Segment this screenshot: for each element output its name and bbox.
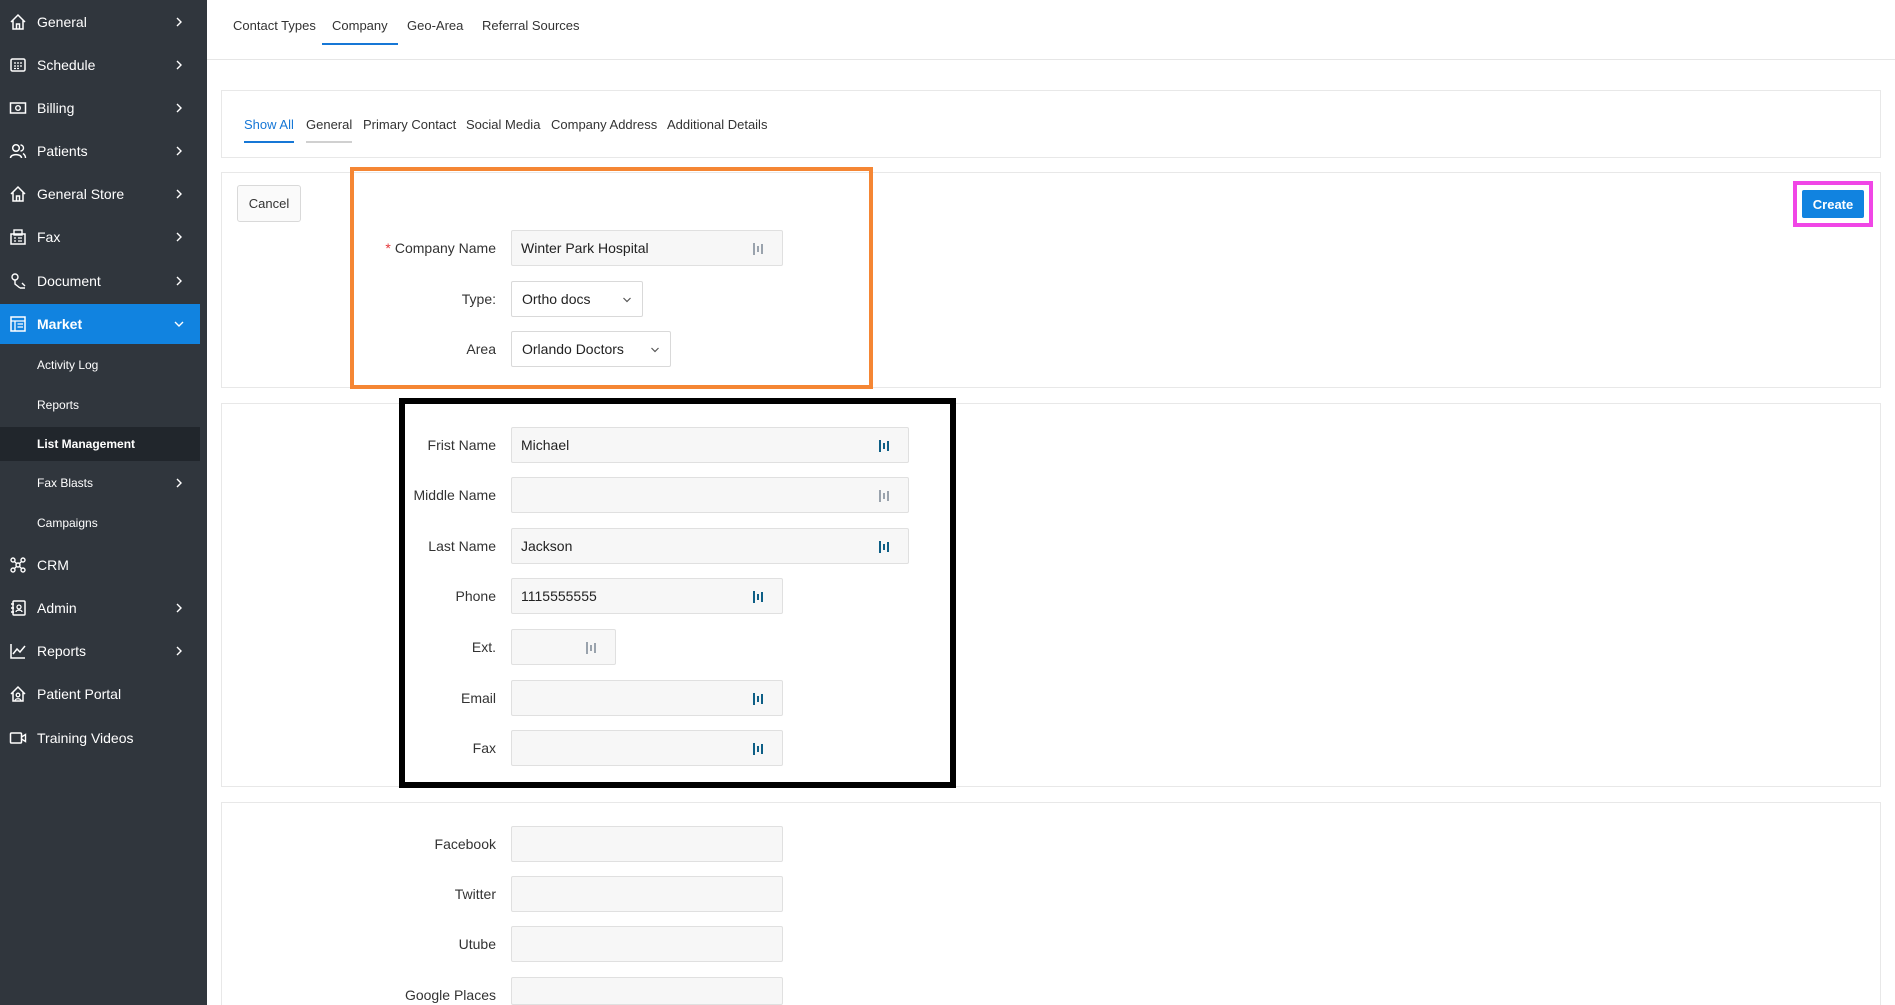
nav-training-videos[interactable]: Training Videos [0, 718, 200, 758]
facebook-input[interactable] [511, 826, 783, 862]
admin-icon [8, 598, 28, 618]
cancel-button[interactable]: Cancel [237, 185, 301, 222]
billing-icon [8, 98, 28, 118]
nav-document[interactable]: Document [0, 261, 200, 301]
subnav-label: Activity Log [37, 358, 99, 372]
nav-label: Reports [37, 643, 87, 659]
nav-label: Market [37, 316, 83, 332]
nav-label: Schedule [37, 57, 96, 73]
chevron-right-icon [176, 232, 182, 242]
utube-label: Utube [458, 936, 496, 952]
primary-contact-highlight-frame [399, 398, 956, 788]
crm-icon [8, 555, 28, 575]
nav-market[interactable]: Market [0, 304, 200, 344]
fax-icon [8, 227, 28, 247]
nav-patient-portal[interactable]: Patient Portal [0, 674, 200, 714]
tab-social-media[interactable]: Social Media [466, 117, 540, 141]
store-icon [8, 184, 28, 204]
chevron-right-icon [176, 103, 182, 113]
subnav-list-management[interactable]: List Management [0, 427, 200, 461]
chevron-down-icon [174, 321, 184, 327]
create-button[interactable]: Create [1802, 190, 1864, 218]
facebook-label: Facebook [434, 836, 496, 852]
nav-label: General Store [37, 186, 125, 202]
tab-general[interactable]: General [306, 117, 353, 143]
nav-label: Training Videos [37, 730, 134, 746]
nav-general-store[interactable]: General Store [0, 174, 200, 214]
google-places-label: Google Places [404, 987, 496, 1003]
utube-input[interactable] [511, 926, 783, 962]
subnav-label: Campaigns [37, 516, 98, 530]
tab-show-all[interactable]: Show All [244, 117, 294, 143]
home-icon [8, 12, 28, 32]
nav-patients[interactable]: Patients [0, 131, 200, 171]
nav-label: Fax [37, 229, 61, 245]
chevron-right-icon [176, 478, 182, 488]
nav-schedule[interactable]: Schedule [0, 45, 200, 85]
social-media-card [221, 802, 1881, 1005]
subnav-activity-log[interactable]: Activity Log [0, 348, 200, 382]
subnav-reports[interactable]: Reports [0, 388, 200, 422]
tab-geo-area[interactable]: Geo-Area [407, 18, 463, 43]
tab-primary-contact[interactable]: Primary Contact [363, 117, 456, 141]
subnav-label: Reports [37, 398, 80, 412]
general-highlight-frame [350, 167, 873, 389]
chevron-right-icon [176, 189, 182, 199]
market-icon [8, 314, 28, 334]
nav-label: Document [37, 273, 101, 289]
chevron-right-icon [176, 60, 182, 70]
subnav-campaigns[interactable]: Campaigns [0, 506, 200, 540]
tab-company-address[interactable]: Company Address [551, 117, 657, 141]
chevron-right-icon [176, 603, 182, 613]
nav-crm[interactable]: CRM [0, 545, 200, 585]
chevron-right-icon [176, 276, 182, 286]
nav-fax[interactable]: Fax [0, 217, 200, 257]
nav-label: Admin [37, 600, 77, 616]
nav-label: General [37, 14, 87, 30]
sidebar: General Schedule Billing Patients Genera… [0, 0, 207, 1005]
chevron-right-icon [176, 17, 182, 27]
nav-label: CRM [37, 557, 69, 573]
video-icon [8, 728, 28, 748]
tab-contact-types[interactable]: Contact Types [233, 18, 316, 43]
tab-additional-details[interactable]: Additional Details [667, 117, 767, 141]
nav-reports[interactable]: Reports [0, 631, 200, 671]
nav-billing[interactable]: Billing [0, 88, 200, 128]
google-places-input[interactable] [511, 977, 783, 1005]
nav-label: Patients [37, 143, 88, 159]
nav-admin[interactable]: Admin [0, 588, 200, 628]
twitter-label: Twitter [454, 886, 496, 902]
chevron-right-icon [176, 146, 182, 156]
subnav-label: List Management [37, 437, 136, 451]
document-icon [8, 271, 28, 291]
chart-icon [8, 641, 28, 661]
chevron-right-icon [176, 646, 182, 656]
tab-referral-sources[interactable]: Referral Sources [482, 18, 580, 43]
twitter-input[interactable] [511, 876, 783, 912]
tab-company[interactable]: Company [322, 18, 398, 45]
portal-icon [8, 684, 28, 704]
subnav-label: Fax Blasts [37, 476, 94, 490]
users-icon [8, 141, 28, 161]
nav-label: Billing [37, 100, 75, 116]
nav-general[interactable]: General [0, 2, 200, 42]
calendar-icon [8, 55, 28, 75]
nav-label: Patient Portal [37, 686, 122, 702]
subnav-fax-blasts[interactable]: Fax Blasts [0, 466, 200, 500]
